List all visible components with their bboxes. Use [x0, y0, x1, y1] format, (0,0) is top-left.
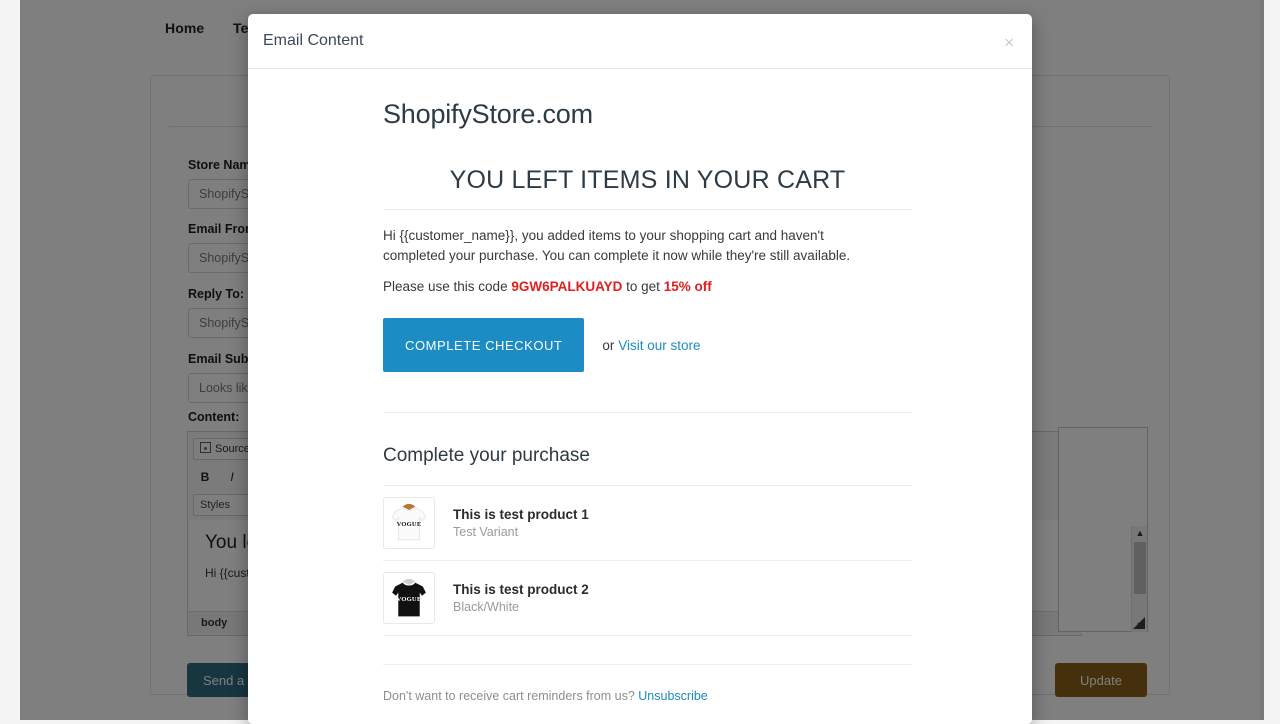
- email-discount-line: Please use this code 9GW6PALKUAYD to get…: [383, 279, 912, 294]
- product-variant: Test Variant: [453, 525, 519, 540]
- product-row[interactable]: VOGUE This is test product 2 Black/White: [383, 561, 912, 637]
- products-heading: Complete your purchase: [383, 445, 590, 467]
- cta-alternative: or Visit our store: [602, 338, 700, 353]
- product-list: VOGUE This is test product 1 Test Varian…: [383, 485, 912, 637]
- overlay-left-gutter: [0, 0, 20, 720]
- email-hero: ShopifyStore.com YOU LEFT ITEMS IN YOUR …: [248, 69, 1032, 414]
- email-footer: Don't want to receive cart reminders fro…: [248, 665, 1032, 703]
- product-row[interactable]: VOGUE This is test product 1 Test Varian…: [383, 486, 912, 562]
- product-name: This is test product 2: [453, 582, 589, 598]
- or-text: or: [602, 337, 615, 353]
- overlay-right-gutter: [1264, 0, 1280, 720]
- discount-amount: 15% off: [663, 279, 712, 295]
- unsubscribe-link[interactable]: Unsubscribe: [638, 689, 707, 703]
- close-icon[interactable]: ×: [1000, 32, 1018, 53]
- modal-body: ShopifyStore.com YOU LEFT ITEMS IN YOUR …: [248, 69, 1032, 724]
- email-content-modal: Email Content × ShopifyStore.com YOU LEF…: [248, 14, 1032, 724]
- product-thumbnail-black-tshirt: VOGUE: [383, 572, 435, 625]
- email-preview: ShopifyStore.com YOU LEFT ITEMS IN YOUR …: [248, 69, 1032, 703]
- product-name: This is test product 1: [453, 507, 589, 523]
- product-info: This is test product 1 Test Variant: [453, 507, 589, 539]
- products-section: Complete your purchase VOGUE This is tes…: [248, 413, 1032, 666]
- product-variant: Black/White: [453, 600, 519, 615]
- svg-text:VOGUE: VOGUE: [397, 596, 422, 603]
- discount-code: 9GW6PALKUAYD: [511, 279, 623, 295]
- svg-text:VOGUE: VOGUE: [397, 521, 422, 528]
- email-headline: YOU LEFT ITEMS IN YOUR CART: [383, 166, 912, 210]
- modal-title: Email Content: [263, 32, 364, 49]
- email-brand-name: ShopifyStore.com: [383, 99, 593, 129]
- code-prefix-text: Please use this code: [383, 279, 508, 295]
- modal-header: Email Content ×: [248, 14, 1032, 69]
- product-thumbnail-white-tshirt: VOGUE: [383, 497, 435, 550]
- complete-checkout-button[interactable]: COMPLETE CHECKOUT: [383, 318, 585, 373]
- cta-row: COMPLETE CHECKOUT or Visit our store: [383, 318, 912, 373]
- footer-text: Don't want to receive cart reminders fro…: [383, 689, 635, 704]
- code-middle-text: to get: [626, 279, 660, 295]
- email-intro-paragraph: Hi {{customer_name}}, you added items to…: [383, 228, 851, 263]
- product-info: This is test product 2 Black/White: [453, 582, 589, 614]
- visit-store-link[interactable]: Visit our store: [618, 338, 700, 353]
